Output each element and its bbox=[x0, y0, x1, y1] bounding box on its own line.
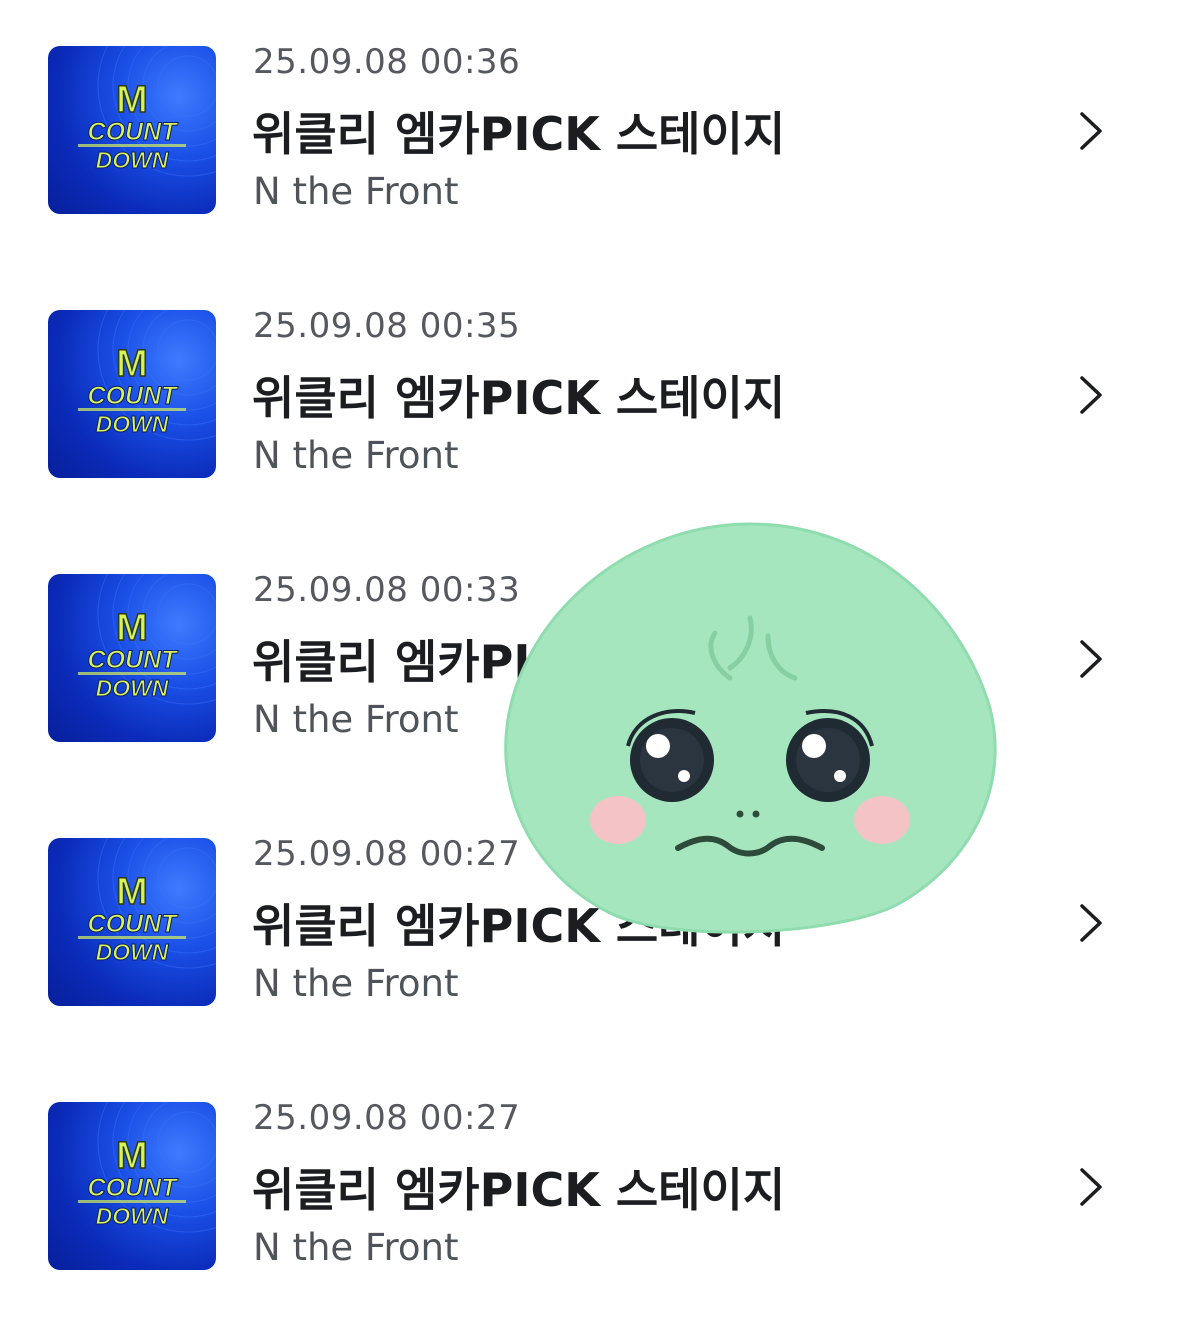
item-artist: N the Front bbox=[253, 1226, 459, 1269]
svg-text:DOWN: DOWN bbox=[96, 147, 169, 173]
item-title: 위클리 엠카PICK 스테이지 bbox=[252, 1163, 786, 1217]
item-date: 25.09.08 00:27 bbox=[253, 1098, 521, 1138]
m-countdown-thumbnail: M COUNT DOWN bbox=[48, 838, 216, 1006]
svg-text:COUNT: COUNT bbox=[88, 118, 180, 146]
green-blob-face-sticker bbox=[504, 522, 997, 934]
chevron-right-icon[interactable] bbox=[1070, 372, 1110, 418]
m-countdown-logo-icon: M COUNT DOWN bbox=[78, 574, 216, 705]
svg-text:M: M bbox=[116, 79, 148, 121]
m-countdown-thumbnail: M COUNT DOWN bbox=[48, 574, 216, 742]
list-item[interactable]: M COUNT DOWN 25.09.08 00:35 위클리 엠카PICK 스… bbox=[0, 264, 1179, 528]
chevron-right-icon[interactable] bbox=[1070, 1164, 1110, 1210]
svg-text:M: M bbox=[116, 607, 148, 649]
m-countdown-thumbnail: M COUNT DOWN bbox=[48, 310, 216, 478]
svg-text:DOWN: DOWN bbox=[96, 411, 169, 437]
svg-text:COUNT: COUNT bbox=[88, 910, 180, 938]
svg-text:M: M bbox=[116, 343, 148, 385]
svg-text:COUNT: COUNT bbox=[88, 1174, 180, 1202]
m-countdown-logo-icon: M COUNT DOWN bbox=[78, 46, 216, 177]
item-title: 위클리 엠카PICK 스테이지 bbox=[252, 371, 786, 425]
m-countdown-logo-icon: M COUNT DOWN bbox=[78, 310, 216, 441]
item-artist: N the Front bbox=[253, 434, 459, 477]
m-countdown-logo-icon: M COUNT DOWN bbox=[78, 1102, 216, 1233]
svg-text:DOWN: DOWN bbox=[96, 675, 169, 701]
item-date: 25.09.08 00:36 bbox=[253, 42, 521, 82]
m-countdown-logo-icon: M COUNT DOWN bbox=[78, 838, 216, 969]
svg-text:M: M bbox=[116, 871, 148, 913]
item-date: 25.09.08 00:27 bbox=[253, 834, 521, 874]
list-item[interactable]: M COUNT DOWN 25.09.08 00:27 위클리 엠카PICK 스… bbox=[0, 1056, 1179, 1320]
svg-text:DOWN: DOWN bbox=[96, 1203, 169, 1229]
chevron-right-icon[interactable] bbox=[1070, 108, 1110, 154]
chevron-right-icon[interactable] bbox=[1070, 900, 1110, 946]
item-artist: N the Front bbox=[253, 170, 459, 213]
item-date: 25.09.08 00:33 bbox=[253, 570, 521, 610]
item-artist: N the Front bbox=[253, 698, 459, 741]
chevron-right-icon[interactable] bbox=[1070, 636, 1110, 682]
item-title: 위클리 엠카PICK 스테이지 bbox=[252, 107, 786, 161]
item-artist: N the Front bbox=[253, 962, 459, 1005]
svg-text:COUNT: COUNT bbox=[88, 382, 180, 410]
list-item[interactable]: M COUNT DOWN 25.09.08 00:36 위클리 엠카PICK 스… bbox=[0, 0, 1179, 264]
svg-text:M: M bbox=[116, 1135, 148, 1177]
svg-text:DOWN: DOWN bbox=[96, 939, 169, 965]
m-countdown-thumbnail: M COUNT DOWN bbox=[48, 1102, 216, 1270]
item-date: 25.09.08 00:35 bbox=[253, 306, 521, 346]
m-countdown-thumbnail: M COUNT DOWN bbox=[48, 46, 216, 214]
svg-text:COUNT: COUNT bbox=[88, 646, 180, 674]
